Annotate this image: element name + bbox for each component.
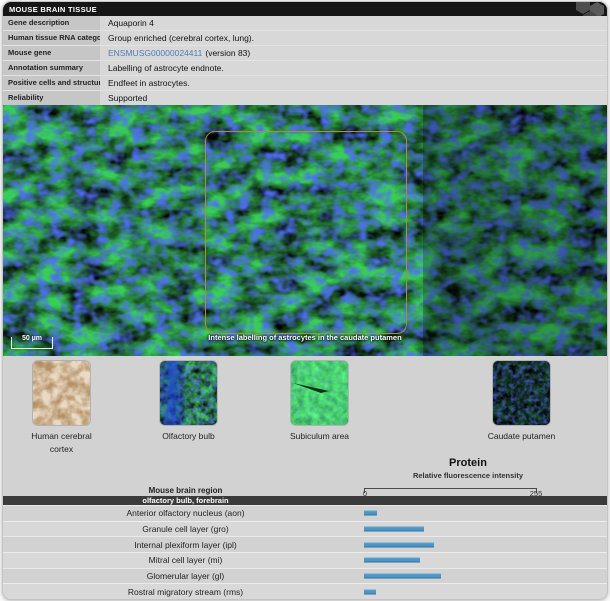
info-label: Reliability [3, 91, 100, 105]
info-label: Positive cells and structures [3, 76, 100, 90]
thumbnail-caudate-putamen[interactable] [493, 361, 550, 425]
row-axis-label: Mouse brain region [3, 486, 368, 495]
chart-title: Protein [293, 457, 608, 469]
info-label: Human tissue RNA category [3, 31, 100, 45]
chart-rows: Anterior olfactory nucleus (aon) Granule … [3, 505, 607, 599]
chart-row: Rostral migratory stream (rms) [3, 583, 607, 599]
chart-bar [364, 574, 441, 579]
table-row: Annotation summary Labelling of astrocyt… [3, 61, 607, 76]
thumbnail-label: Caudate putamen [479, 430, 564, 443]
table-row: Reliability Supported [3, 91, 607, 106]
chart-row: Internal plexiform layer (ipl) [3, 536, 607, 552]
hexagon-cluster-icon [561, 2, 605, 16]
chart-bar [364, 589, 376, 594]
info-value: Aquaporin 4 [100, 16, 607, 30]
thumbnail-label: Olfactory bulb [146, 430, 231, 443]
info-value: Labelling of astrocyte endnote. [100, 61, 607, 75]
mouse-brain-tissue-panel: MOUSE BRAIN TISSUE Gene description Aqua… [2, 1, 608, 600]
scale-bar-label: 50 µm [12, 335, 52, 342]
chart-bar [364, 542, 434, 547]
panel-titlebar: MOUSE BRAIN TISSUE [3, 2, 607, 16]
chart-subtitle: Relative fluorescence intensity [293, 471, 608, 480]
table-row: Mouse gene ENSMUSG00000024411(version 83… [3, 46, 607, 61]
fluorescence-micrograph[interactable]: Intense labelling of astrocytes in the c… [3, 105, 607, 356]
region-thumbnails: Human cerebral cortex Olfactory bulb Sub… [3, 356, 607, 454]
table-row: Positive cells and structures Endfeet in… [3, 76, 607, 91]
chart-row: Mitral cell layer (mi) [3, 552, 607, 568]
gene-version-text: (version 83) [205, 48, 250, 58]
thumbnail-image [493, 361, 550, 425]
chart-row: Granule cell layer (gro) [3, 521, 607, 537]
table-row: Human tissue RNA category Group enriched… [3, 31, 607, 46]
chart-row-label: Granule cell layer (gro) [3, 524, 368, 534]
chart-row: Glomerular layer (gl) [3, 568, 607, 584]
region-section-header: olfactory bulb, forebrain [3, 496, 607, 505]
region-highlight-box [205, 131, 407, 334]
info-value: Supported [100, 91, 607, 105]
chart-row-label: Mitral cell layer (mi) [3, 555, 368, 565]
mouse-gene-link[interactable]: ENSMUSG00000024411 [108, 48, 202, 58]
thumbnail-human-cerebral-cortex[interactable] [33, 361, 90, 425]
chart-row-label: Rostral migratory stream (rms) [3, 587, 368, 597]
panel-title: MOUSE BRAIN TISSUE [9, 5, 97, 14]
protein-expression-chart: Protein Relative fluorescence intensity … [3, 454, 607, 599]
thumbnail-image [160, 361, 217, 425]
info-value: Group enriched (cerebral cortex, lung). [100, 31, 607, 45]
chart-bar [364, 558, 420, 563]
thumbnail-image [291, 361, 348, 425]
chart-row-label: Anterior olfactory nucleus (aon) [3, 508, 368, 518]
thumbnail-label: Human cerebral cortex [19, 430, 104, 456]
section-header-label: olfactory bulb, forebrain [3, 496, 368, 505]
gene-info-table: Gene description Aquaporin 4 Human tissu… [3, 16, 607, 106]
chart-row-label: Glomerular layer (gl) [3, 571, 368, 581]
info-label: Gene description [3, 16, 100, 30]
info-value: Endfeet in astrocytes. [100, 76, 607, 90]
chart-row-label: Internal plexiform layer (ipl) [3, 540, 368, 550]
chart-bar [364, 527, 424, 532]
micrograph-caption: Intense labelling of astrocytes in the c… [155, 333, 455, 342]
thumbnail-subiculum-area[interactable] [291, 361, 348, 425]
thumbnail-olfactory-bulb[interactable] [160, 361, 217, 425]
thumbnail-image [33, 361, 90, 425]
info-label: Annotation summary [3, 61, 100, 75]
chart-row: Anterior olfactory nucleus (aon) [3, 505, 607, 521]
scale-bar: 50 µm [11, 337, 53, 349]
table-row: Gene description Aquaporin 4 [3, 16, 607, 31]
chart-bar [364, 511, 377, 516]
info-value: ENSMUSG00000024411(version 83) [100, 46, 607, 60]
thumbnail-label: Subiculum area [277, 430, 362, 443]
intensity-axis [364, 488, 537, 493]
info-label: Mouse gene [3, 46, 100, 60]
